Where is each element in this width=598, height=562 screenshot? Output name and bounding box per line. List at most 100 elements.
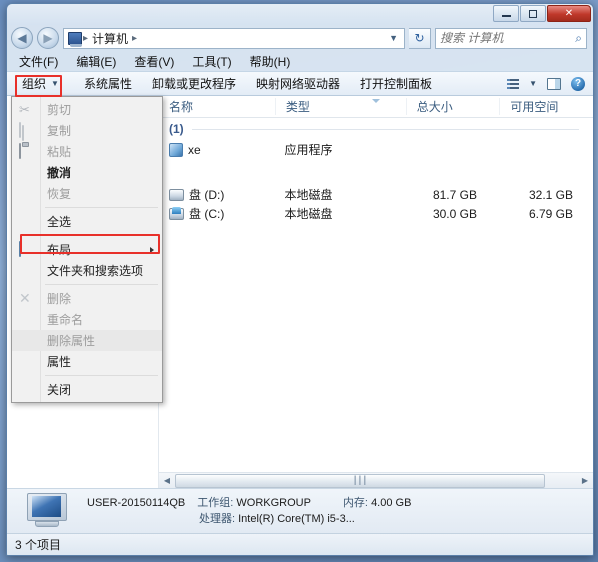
menu-file[interactable]: 文件(F) [19,53,58,70]
forward-icon: ▶ [43,31,53,45]
cell-name-label: xe [188,142,201,157]
title-bar: ✕ [7,4,593,25]
cell-name: 盘 (C:) [159,205,275,222]
search-box[interactable]: ⌕ [435,27,587,49]
menu-item-copy-label: 复制 [47,124,72,138]
cell-name: 盘 (D:) [159,186,275,203]
menu-item-remove-properties-label: 删除属性 [47,334,96,348]
file-list-area[interactable]: (1) xe 应用程序 盘 (D:) 本地磁盘 81.7 GB 32.1 GB … [159,118,593,472]
status-bar: 3 个项目 [7,533,593,555]
cell-free: 32.1 GB [528,187,573,202]
computer-icon [68,31,82,47]
group-header[interactable]: (1) [159,118,593,140]
menu-item-select-all-label: 全选 [47,215,72,229]
search-input[interactable] [440,31,576,45]
table-row[interactable]: xe 应用程序 [159,140,593,159]
column-header-type[interactable]: 类型 [274,98,406,115]
menu-help[interactable]: 帮助(H) [250,53,291,70]
sort-ascending-icon [371,99,380,103]
menu-item-rename[interactable]: 重命名 [12,309,162,330]
system-properties-button[interactable]: 系统属性 [84,75,132,92]
breadcrumb-separator-icon-2[interactable]: ▸ [131,33,138,44]
details-line-1: USER-20150114QB 工作组: WORKGROUP 内存: 4.00 … [87,495,411,511]
menu-item-paste[interactable]: 粘贴 [12,141,162,162]
details-line-2: 处理器: Intel(R) Core(TM) i5-3... [87,511,411,527]
cell-size: 81.7 GB [432,187,477,202]
horizontal-scrollbar[interactable]: ◀ ┃┃┃ ▶ [159,472,593,488]
menu-view[interactable]: 查看(V) [134,53,174,70]
chevron-down-icon: ▼ [51,79,59,88]
menu-item-select-all[interactable]: 全选 [12,211,162,232]
menu-item-close[interactable]: 关闭 [12,379,162,400]
close-icon: ✕ [564,7,574,19]
cell-name-label: 盘 (C:) [189,207,225,221]
menu-item-redo[interactable]: 恢复 [12,183,162,204]
scroll-left-icon[interactable]: ◀ [159,473,175,488]
address-dropdown-icon[interactable]: ▼ [385,33,402,43]
window-controls: ✕ [493,5,591,22]
scroll-right-icon[interactable]: ▶ [577,473,593,488]
menu-item-delete-label: 删除 [47,292,72,306]
menu-edit[interactable]: 编辑(E) [76,53,116,70]
command-toolbar: 组织 ▼ 系统属性 卸载或更改程序 映射网络驱动器 打开控制面板 ▼ ? [7,71,593,96]
table-row[interactable]: 盘 (D:) 本地磁盘 81.7 GB 32.1 GB [159,185,593,204]
minimize-button[interactable] [493,5,519,22]
layout-icon [19,241,35,257]
menu-item-copy[interactable]: 复制 [12,120,162,141]
menu-item-properties[interactable]: 属性 [12,351,162,372]
organize-dropdown-menu[interactable]: ✂ 剪切 复制 粘贴 撤消 恢复 全选 布局 文件夹和搜索选项 ✕ 删除 重命名… [11,96,163,403]
open-control-panel-button[interactable]: 打开控制面板 [360,75,432,92]
hdd-icon [169,188,184,201]
table-row[interactable]: 盘 (C:) 本地磁盘 30.0 GB 6.79 GB [159,204,593,223]
column-header-free-space-label: 可用空间 [510,100,559,114]
help-icon[interactable]: ? [571,76,585,91]
menu-item-cut[interactable]: ✂ 剪切 [12,99,162,120]
preview-pane-icon[interactable] [547,77,561,90]
map-network-drive-button[interactable]: 映射网络驱动器 [256,75,340,92]
change-view-icon[interactable] [507,78,520,89]
menu-item-delete[interactable]: ✕ 删除 [12,288,162,309]
menu-item-remove-properties[interactable]: 删除属性 [12,330,162,351]
cell-type: 本地磁盘 [284,207,333,221]
search-icon[interactable]: ⌕ [575,31,582,46]
uninstall-change-program-button[interactable]: 卸载或更改程序 [152,75,236,92]
refresh-button[interactable]: ↻ [409,27,431,49]
organize-button[interactable]: 组织 ▼ [17,74,64,93]
forward-button[interactable]: ▶ [37,27,59,49]
column-header-name-label: 名称 [169,100,194,114]
toolbar-right-group: ▼ ? [507,76,587,91]
column-header-name[interactable]: 名称 [159,98,275,115]
copy-icon [19,122,35,138]
breadcrumb-separator-icon: ▸ [83,32,89,44]
maximize-button[interactable] [520,5,546,22]
back-button[interactable]: ◀ [11,27,33,49]
menu-tools[interactable]: 工具(T) [192,53,231,70]
scrollbar-thumb[interactable]: ┃┃┃ [175,473,545,488]
cell-size: 30.0 GB [432,206,477,221]
computer-name: USER-20150114QB [87,497,186,509]
cell-name-label: 盘 (D:) [189,188,225,202]
hdd-system-icon [169,206,184,220]
view-chevron-down-icon[interactable]: ▼ [529,79,537,88]
workgroup-value: WORKGROUP [236,497,311,509]
menu-item-layout[interactable]: 布局 [12,239,162,260]
column-header-size-label: 总大小 [416,100,453,114]
breadcrumb-computer[interactable]: 计算机 [89,30,131,47]
menu-item-undo[interactable]: 撤消 [12,162,162,183]
menu-item-folder-and-search-options[interactable]: 文件夹和搜索选项 [12,260,162,281]
scrollbar-track[interactable]: ┃┃┃ [175,473,577,488]
explorer-window: ✕ ◀ ▶ ▸ 计算机 ▸ ▼ ↻ ⌕ 文件(F) 编辑(E) 查看(V) [6,3,594,556]
close-button[interactable]: ✕ [547,5,591,22]
back-icon: ◀ [17,31,27,45]
memory-label: 内存: [342,497,368,509]
menu-item-rename-label: 重命名 [47,313,84,327]
cell-type: 本地磁盘 [284,188,333,202]
column-header-size[interactable]: 总大小 [405,98,500,115]
column-header-free-space[interactable]: 可用空间 [499,98,593,115]
memory-value: 4.00 GB [371,497,412,509]
delete-icon: ✕ [19,290,31,306]
menu-item-layout-label: 布局 [47,243,72,257]
menu-item-properties-label: 属性 [47,355,72,369]
address-input[interactable]: ▸ 计算机 ▸ ▼ [63,27,405,49]
computer-monitor-icon [21,491,73,531]
